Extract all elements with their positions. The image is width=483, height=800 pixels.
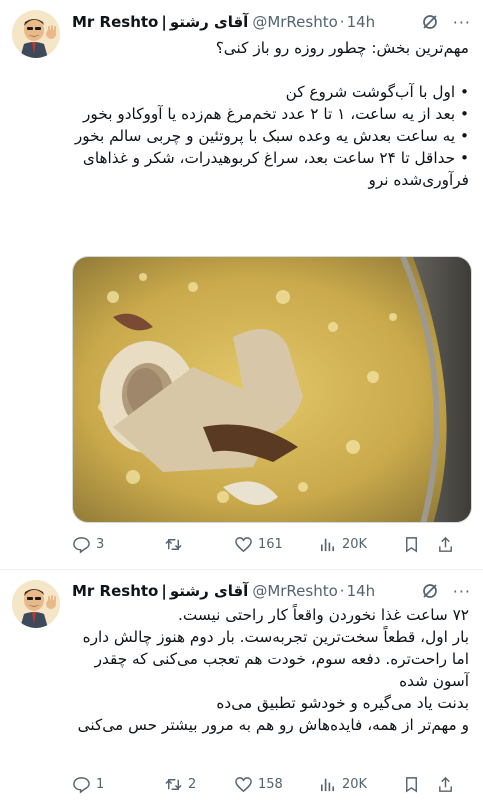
more-options-icon[interactable]: ··· <box>453 13 471 32</box>
avatar[interactable] <box>12 580 60 628</box>
views-icon[interactable] <box>318 775 337 794</box>
name-separator: | <box>161 13 167 31</box>
tweet-line: ۷۲ ساعت غذا نخوردن واقعاً کار راحتی نیست… <box>177 606 469 624</box>
reply-count: 1 <box>96 776 105 792</box>
more-options-icon[interactable]: ··· <box>453 582 471 601</box>
bookmark-icon[interactable] <box>402 775 421 794</box>
bone-broth-image <box>73 257 471 522</box>
timestamp[interactable]: 14h <box>347 13 376 31</box>
like-action[interactable]: 161 <box>234 535 318 554</box>
avatar-cartoon-icon <box>12 580 60 628</box>
tweet-line: مهم‌ترین بخش: چطور روزه رو باز کنی؟ <box>215 39 469 57</box>
tweet-2[interactable]: Mr Reshto | آقای رشتو @MrReshto · 14h ··… <box>0 570 483 800</box>
handle[interactable]: @MrReshto <box>252 582 337 600</box>
timestamp[interactable]: 14h <box>347 582 376 600</box>
views-count: 20K <box>342 776 368 792</box>
tweet-line <box>72 59 469 81</box>
bookmark-action[interactable] <box>402 535 436 554</box>
bookmark-icon[interactable] <box>402 535 421 554</box>
display-name-en[interactable]: Mr Reshto <box>72 582 158 600</box>
reply-icon[interactable] <box>72 535 91 554</box>
reply-icon[interactable] <box>72 775 91 794</box>
name-separator: | <box>161 582 167 600</box>
heart-icon[interactable] <box>234 775 253 794</box>
bookmark-action[interactable] <box>402 775 436 794</box>
dot-separator: · <box>339 582 345 600</box>
reply-action[interactable]: 1 <box>72 775 164 794</box>
share-icon[interactable] <box>436 535 455 554</box>
like-count: 158 <box>258 776 283 792</box>
display-name-fa[interactable]: آقای رشتو <box>170 13 248 31</box>
like-action[interactable]: 158 <box>234 775 318 794</box>
views-count: 20K <box>342 536 368 552</box>
tweet-actions: 1 2 158 20K <box>72 773 472 795</box>
tweet-line: • اول با آب‌گوشت شروع کن <box>285 83 469 101</box>
tweet-line: بار اول، قطعاً سخت‌ترین تجربه‌ست. بار دو… <box>82 628 469 690</box>
views-action[interactable]: 20K <box>318 535 402 554</box>
tweet-line: و مهم‌تر از همه، فایده‌هاش رو هم به مرور… <box>77 716 469 734</box>
display-name-en[interactable]: Mr Reshto <box>72 13 158 31</box>
tweet-header: Mr Reshto | آقای رشتو @MrReshto · 14h ··… <box>72 11 471 33</box>
share-action[interactable] <box>436 535 466 554</box>
dot-separator: · <box>339 13 345 31</box>
avatar-cartoon-icon <box>12 10 60 58</box>
display-name-fa[interactable]: آقای رشتو <box>170 582 248 600</box>
retweet-icon[interactable] <box>164 775 183 794</box>
share-action[interactable] <box>436 775 466 794</box>
views-icon[interactable] <box>318 535 337 554</box>
tweet-header: Mr Reshto | آقای رشتو @MrReshto · 14h ··… <box>72 580 471 602</box>
tweet-line: • بعد از یه ساعت، ۱ تا ۲ عدد تخم‌مرغ هم‌… <box>83 105 469 123</box>
tweet-text: مهم‌ترین بخش: چطور روزه رو باز کنی؟ • او… <box>72 37 469 191</box>
like-count: 161 <box>258 536 283 552</box>
grok-icon[interactable] <box>421 582 439 600</box>
heart-icon[interactable] <box>234 535 253 554</box>
tweet-line: • حداقل تا ۲۴ ساعت بعد، سراغ کربوهیدرات،… <box>82 149 469 189</box>
grok-icon[interactable] <box>421 13 439 31</box>
handle[interactable]: @MrReshto <box>252 13 337 31</box>
retweet-count: 2 <box>188 776 197 792</box>
tweet-line: بدنت یاد می‌گیره و خودشو تطبیق می‌ده <box>216 694 469 712</box>
tweet-line: • یه ساعت بعدش یه وعده سبک با پروتئین و … <box>74 127 469 145</box>
reply-action[interactable]: 3 <box>72 535 164 554</box>
tweet-1[interactable]: Mr Reshto | آقای رشتو @MrReshto · 14h ··… <box>0 0 483 568</box>
retweet-icon[interactable] <box>164 535 183 554</box>
avatar[interactable] <box>12 10 60 58</box>
views-action[interactable]: 20K <box>318 775 402 794</box>
tweet-actions: 3 161 20K <box>72 533 472 555</box>
tweet-text: ۷۲ ساعت غذا نخوردن واقعاً کار راحتی نیست… <box>72 604 469 736</box>
reply-count: 3 <box>96 536 105 552</box>
share-icon[interactable] <box>436 775 455 794</box>
tweet-image[interactable] <box>72 256 472 523</box>
retweet-action[interactable]: 2 <box>164 775 234 794</box>
retweet-action[interactable] <box>164 535 234 554</box>
